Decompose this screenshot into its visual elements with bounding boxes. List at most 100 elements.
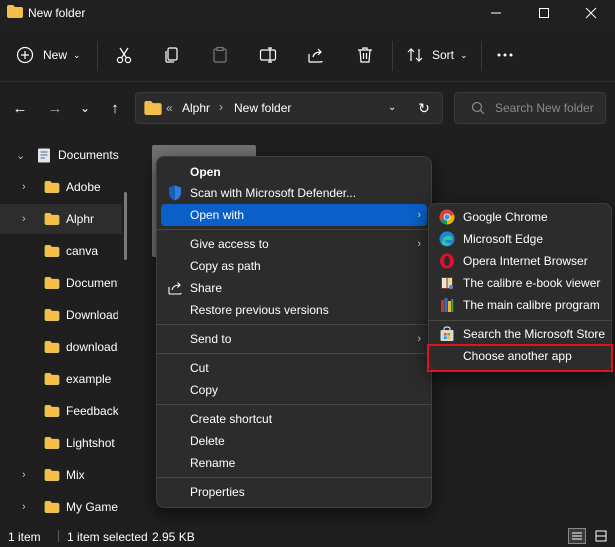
cut-button[interactable]	[113, 44, 135, 66]
shield-icon	[167, 185, 183, 201]
submenu-item-calibre-main[interactable]: The main calibre program	[433, 294, 609, 316]
more-options-button[interactable]	[494, 44, 516, 66]
submenu-item-edge[interactable]: Microsoft Edge	[433, 228, 609, 250]
breadcrumb-separator: ›	[219, 100, 223, 114]
chevron-right-icon[interactable]: ›	[22, 501, 26, 513]
tiles-view-button[interactable]	[592, 528, 610, 544]
sidebar-item-my-games[interactable]: › My Games	[0, 492, 122, 522]
new-button[interactable]: New ⌄	[16, 43, 81, 67]
sidebar-item-label: Documents	[58, 148, 119, 162]
chevron-right-icon[interactable]: ›	[22, 213, 26, 225]
sidebar-item-adobe[interactable]: › Adobe	[0, 172, 122, 202]
sidebar-item-alphr[interactable]: › Alphr	[0, 204, 122, 234]
menu-item-copy[interactable]: Copy	[161, 379, 427, 401]
sidebar-item-documents-folder[interactable]: Documents	[0, 268, 122, 298]
sidebar-item-canva[interactable]: canva	[0, 236, 122, 266]
submenu-item-opera[interactable]: Opera Internet Browser	[433, 250, 609, 272]
rename-button[interactable]	[257, 44, 279, 66]
maximize-button[interactable]	[520, 0, 568, 26]
submenu-item-search-store[interactable]: Search the Microsoft Store	[433, 323, 609, 345]
menu-item-create-shortcut[interactable]: Create shortcut	[161, 408, 427, 430]
folder-icon	[44, 437, 60, 449]
sidebar-scrollbar[interactable]	[124, 192, 127, 260]
close-button[interactable]	[567, 0, 615, 26]
menu-separator	[157, 324, 431, 325]
chevron-down-icon[interactable]: ⌄	[16, 149, 25, 162]
menu-item-send-to[interactable]: Send to ›	[161, 328, 427, 350]
sidebar-item-mix[interactable]: › Mix	[0, 460, 122, 490]
sidebar-item-feedback[interactable]: Feedback	[0, 396, 122, 426]
menu-separator	[157, 404, 431, 405]
menu-item-label: Restore previous versions	[190, 303, 329, 317]
search-icon	[471, 101, 485, 115]
sidebar-item-label: Mix	[66, 468, 85, 482]
folder-icon	[44, 213, 60, 225]
sidebar-item-lightshot[interactable]: Lightshot	[0, 428, 122, 458]
chevron-right-icon[interactable]: ›	[22, 469, 26, 481]
paste-button[interactable]	[209, 44, 231, 66]
sidebar-item-example[interactable]: example	[0, 364, 122, 394]
menu-item-label: Open	[190, 165, 221, 179]
menu-item-scan-defender[interactable]: Scan with Microsoft Defender...	[161, 182, 427, 204]
status-divider	[58, 530, 59, 542]
folder-icon	[44, 469, 60, 481]
minimize-button[interactable]	[472, 0, 520, 26]
refresh-button[interactable]: ↻	[414, 98, 434, 118]
menu-separator	[157, 477, 431, 478]
calibre-books-icon	[439, 297, 455, 313]
menu-item-cut[interactable]: Cut	[161, 357, 427, 379]
recent-locations-button[interactable]: ⌄	[72, 95, 98, 121]
folder-icon	[44, 501, 60, 513]
chevron-right-icon[interactable]: ›	[22, 181, 26, 193]
menu-item-open-with[interactable]: Open with ›	[161, 204, 427, 226]
details-view-button[interactable]	[568, 528, 586, 544]
submenu-item-chrome[interactable]: Google Chrome	[433, 206, 609, 228]
folder-icon	[144, 101, 162, 115]
submenu-item-label: The calibre e-book viewer	[463, 276, 601, 290]
copy-icon	[165, 47, 178, 63]
folder-icon	[44, 245, 60, 257]
search-placeholder: Search New folder	[495, 101, 594, 115]
sidebar-item-downloads-lower[interactable]: downloads	[0, 332, 122, 362]
new-label: New	[43, 48, 68, 62]
submenu-item-label: Microsoft Edge	[463, 232, 544, 246]
toolbar-divider	[97, 41, 98, 71]
menu-item-properties[interactable]: Properties	[161, 481, 427, 503]
submenu-item-label: Google Chrome	[463, 210, 548, 224]
sort-label: Sort	[432, 48, 455, 62]
menu-item-give-access[interactable]: Give access to ›	[161, 233, 427, 255]
breadcrumb-overflow[interactable]: «	[166, 101, 173, 115]
chevron-right-icon: ›	[417, 209, 421, 221]
chevron-down-icon: ⌄	[460, 49, 468, 60]
sidebar-item-downloads[interactable]: Downloads	[0, 300, 122, 330]
copy-button[interactable]	[161, 44, 183, 66]
back-button[interactable]: ←	[7, 95, 33, 121]
menu-item-share[interactable]: Share	[161, 277, 427, 299]
sidebar-item-documents[interactable]: ⌄ Documents	[0, 140, 122, 170]
share-button[interactable]	[305, 44, 327, 66]
menu-item-open[interactable]: Open	[161, 161, 427, 183]
tiles-view-icon	[595, 530, 607, 542]
menu-item-rename[interactable]: Rename	[161, 452, 427, 474]
sidebar-item-label: Feedback	[66, 404, 118, 418]
forward-button[interactable]: →	[42, 95, 68, 121]
sort-button[interactable]: Sort ⌄	[406, 43, 468, 67]
up-button[interactable]: ↑	[102, 95, 128, 121]
arrow-right-icon: →	[47, 99, 63, 117]
menu-item-label: Open with	[190, 208, 245, 222]
menu-item-copy-as-path[interactable]: Copy as path	[161, 255, 427, 277]
refresh-icon: ↻	[418, 99, 430, 116]
menu-item-delete[interactable]: Delete	[161, 430, 427, 452]
submenu-item-calibre-viewer[interactable]: The calibre e-book viewer	[433, 272, 609, 294]
address-dropdown-icon[interactable]: ⌄	[388, 102, 396, 113]
breadcrumb-alphr[interactable]: Alphr	[182, 101, 210, 115]
menu-item-label: Create shortcut	[190, 412, 273, 426]
arrow-left-icon: ←	[12, 99, 28, 117]
scissors-icon	[116, 47, 132, 64]
sidebar-item-label: downloads	[66, 340, 118, 354]
minimize-icon	[491, 12, 501, 14]
menu-item-restore-versions[interactable]: Restore previous versions	[161, 299, 427, 321]
breadcrumb-new-folder[interactable]: New folder	[234, 101, 291, 115]
delete-button[interactable]	[354, 44, 376, 66]
trash-icon	[358, 47, 372, 63]
